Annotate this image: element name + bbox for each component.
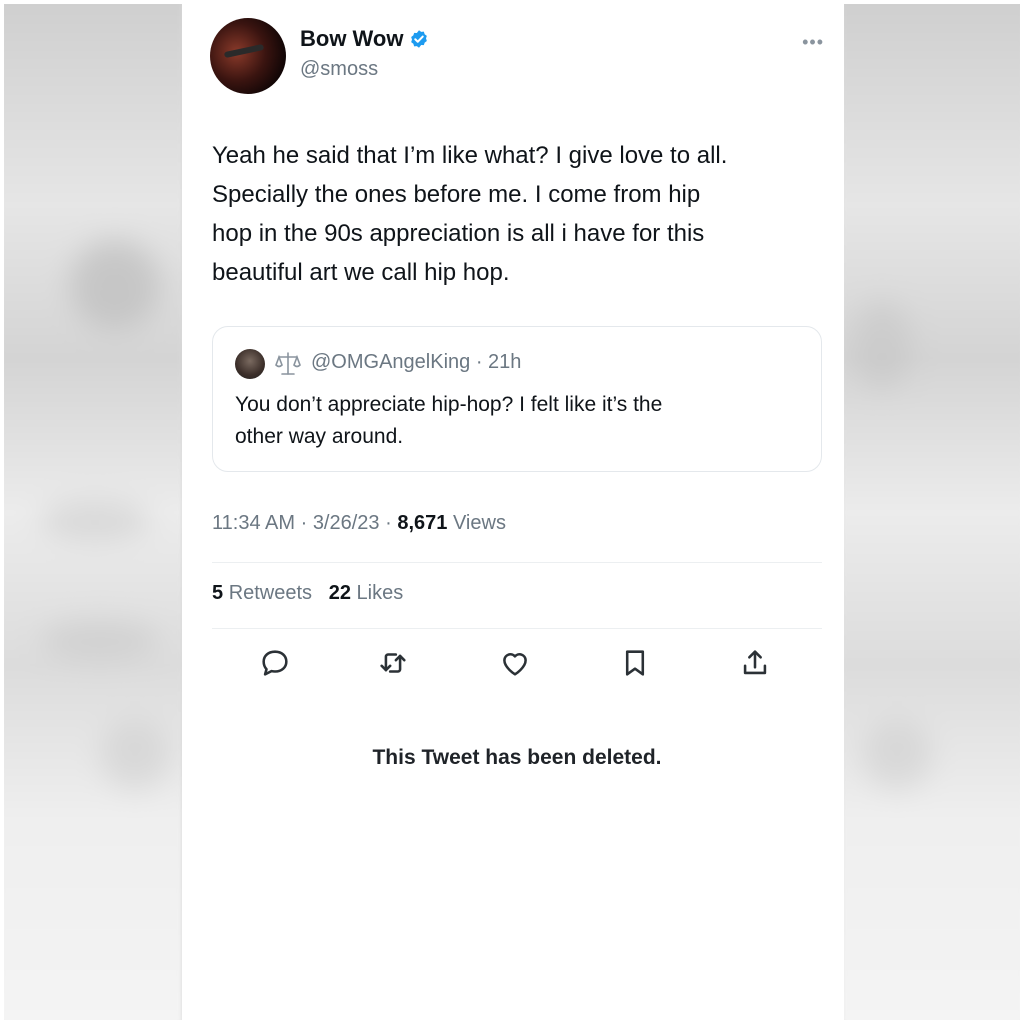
tweet-header: Bow Wow @smoss •••: [210, 18, 824, 94]
more-horizontal-icon[interactable]: •••: [802, 32, 824, 53]
meta-separator: ·: [300, 512, 313, 534]
quoted-tweet[interactable]: @OMGAngelKing · 21h You don’t appreciate…: [212, 326, 822, 472]
views-count: 8,671: [397, 512, 448, 534]
reply-icon[interactable]: [258, 646, 292, 680]
divider: [212, 628, 822, 629]
retweets-label: Retweets: [228, 582, 313, 604]
quoted-text: You don’t appreciate hip-hop? I felt lik…: [235, 393, 663, 448]
tweet-time: 11:34 AM: [212, 512, 296, 534]
likes-stat[interactable]: 22 Likes: [329, 582, 404, 604]
divider: [212, 562, 822, 563]
retweets-count: 5: [212, 582, 224, 604]
meta-separator: ·: [385, 512, 398, 534]
likes-count: 22: [328, 582, 351, 604]
quoted-handle-time: @OMGAngelKing · 21h: [311, 351, 522, 373]
like-icon[interactable]: [498, 646, 532, 680]
likes-label: Likes: [356, 582, 404, 604]
blurred-background-right: [842, 0, 1024, 1024]
author-names: Bow Wow @smoss: [300, 26, 429, 81]
retweet-icon[interactable]: [376, 646, 410, 680]
scales-icon: [275, 352, 301, 375]
deleted-tweet-notice: This Tweet has been deleted.: [372, 746, 662, 769]
author-handle[interactable]: @smoss: [300, 58, 429, 81]
share-icon[interactable]: [738, 646, 772, 680]
tweet-text: Yeah he said that I’m like what? I give …: [212, 142, 728, 286]
action-bar: [242, 646, 802, 686]
tweet-date: 3/26/23: [312, 512, 380, 534]
blurred-background-left: [0, 0, 182, 1024]
verified-badge-icon: [411, 30, 428, 48]
tweet-meta: 11:34 AM · 3/26/23 · 8,671 Views: [212, 512, 506, 535]
retweets-stat[interactable]: 5 Retweets: [212, 582, 312, 604]
bookmark-icon[interactable]: [618, 646, 652, 680]
tweet-card: Bow Wow @smoss ••• Yeah he said that I’m…: [182, 0, 844, 1024]
quoted-author-avatar: [235, 349, 265, 379]
engagement-stats: 5 Retweets 22 Likes: [212, 582, 403, 605]
author-avatar[interactable]: [210, 18, 286, 94]
views-label: Views: [452, 512, 506, 534]
author-display-name[interactable]: Bow Wow: [300, 26, 403, 52]
